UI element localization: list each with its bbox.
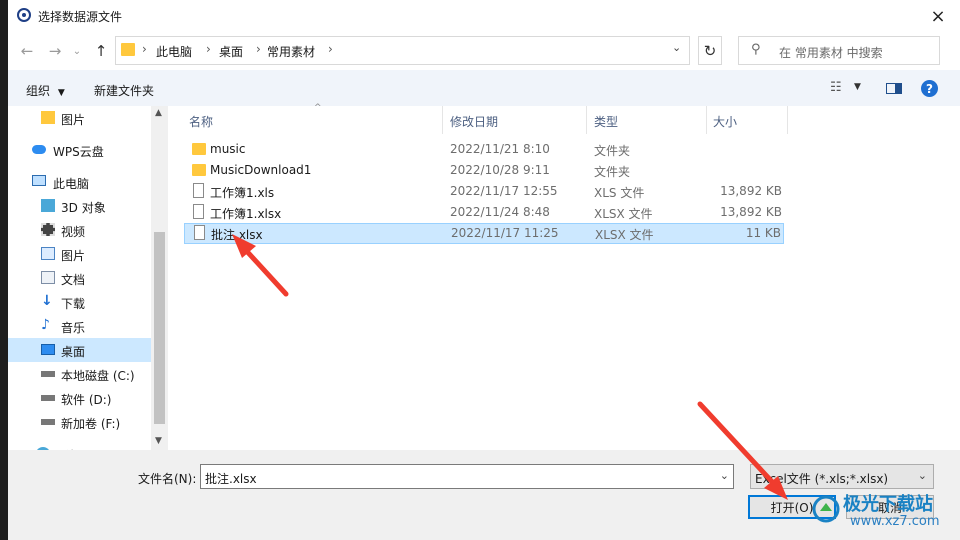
column-name[interactable]: 名称: [189, 113, 213, 130]
file-icon: [193, 204, 204, 219]
nav-item-desktop[interactable]: 桌面: [8, 338, 151, 362]
pictures-icon: [41, 247, 55, 260]
file-row[interactable]: 工作簿1.xlsx 2022/11/24 8:48 XLSX 文件 13,892…: [184, 202, 784, 223]
dialog-title: 选择数据源文件: [38, 10, 123, 24]
column-date[interactable]: 修改日期: [450, 113, 498, 130]
caret-down-icon[interactable]: ▼: [854, 82, 861, 92]
cloud-icon: [32, 145, 46, 154]
title-bar: 选择数据源文件 ×: [8, 0, 960, 32]
view-options-icon[interactable]: ☷: [830, 80, 842, 95]
refresh-button[interactable]: ↻: [698, 36, 722, 65]
nav-item-drive-d[interactable]: 软件 (D:): [8, 386, 151, 410]
new-folder-button[interactable]: 新建文件夹: [94, 82, 154, 99]
breadcrumb-desktop[interactable]: 桌面: [219, 43, 243, 60]
address-dropdown-icon[interactable]: ⌄: [672, 41, 681, 54]
chevron-down-icon: ⌄: [917, 469, 927, 482]
nav-item-3d-objects[interactable]: 3D 对象: [8, 194, 151, 218]
close-button[interactable]: ×: [916, 0, 960, 32]
preview-pane-icon[interactable]: [886, 83, 902, 94]
close-icon: ×: [930, 5, 946, 27]
column-divider[interactable]: [787, 106, 788, 134]
folder-icon: [192, 143, 206, 155]
drive-icon: [41, 419, 55, 425]
nav-item-pictures-quick[interactable]: 图片: [8, 106, 151, 130]
column-divider[interactable]: [442, 106, 443, 134]
arrow-right-icon: →: [48, 42, 62, 60]
watermark-text: 极光下载站: [843, 494, 933, 515]
nav-item-videos[interactable]: 视频: [8, 218, 151, 242]
arrow-up-icon: ↑: [94, 42, 108, 60]
drive-icon: [41, 371, 55, 377]
scroll-up-icon[interactable]: ▲: [155, 108, 162, 118]
navigation-pane: 图片 WPS云盘 此电脑 3D 对象 视频 图片 文档 ↓ 下载 ♪ 音乐 桌面…: [8, 106, 168, 450]
toolbar: 组织 ▼ 新建文件夹 ☷ ▼ ?: [8, 70, 960, 106]
filename-input[interactable]: 批注.xlsx ⌄: [200, 464, 734, 489]
file-row[interactable]: MusicDownload1 2022/10/28 9:11 文件夹: [184, 160, 784, 181]
column-type[interactable]: 类型: [594, 113, 618, 130]
nav-item-music[interactable]: ♪ 音乐: [8, 314, 151, 338]
app-icon: [17, 8, 31, 22]
folder-icon: [41, 111, 55, 124]
file-row[interactable]: 工作簿1.xls 2022/11/17 12:55 XLS 文件 13,892 …: [184, 181, 784, 202]
nav-item-downloads[interactable]: ↓ 下载: [8, 290, 151, 314]
desktop-icon: [41, 344, 55, 355]
file-type-value: Excel文件 (*.xls;*.xlsx): [755, 472, 889, 486]
music-icon: ♪: [41, 317, 50, 333]
3d-objects-icon: [41, 199, 55, 212]
file-row[interactable]: music 2022/11/21 8:10 文件夹: [184, 139, 784, 160]
back-button[interactable]: ←: [16, 40, 38, 62]
nav-item-wps-cloud[interactable]: WPS云盘: [8, 138, 151, 162]
folder-icon: [121, 43, 135, 56]
up-button[interactable]: ↑: [90, 40, 112, 62]
sort-indicator-icon: ^: [314, 103, 322, 113]
folder-icon: [192, 164, 206, 176]
caret-down-icon: ▼: [57, 88, 65, 98]
video-icon: [41, 223, 55, 236]
nav-item-network[interactable]: 网络: [8, 442, 151, 450]
file-icon: [193, 183, 204, 198]
address-bar[interactable]: › 此电脑 › 桌面 › 常用素材 › ⌄: [115, 36, 690, 65]
file-open-dialog: 选择数据源文件 × ← → ⌄ ↑ › 此电脑 › 桌面 › 常用素材 › ⌄ …: [8, 0, 960, 540]
file-row-selected[interactable]: 批注.xlsx 2022/11/17 11:25 XLSX 文件 11 KB: [184, 223, 784, 244]
nav-item-pictures[interactable]: 图片: [8, 242, 151, 266]
nav-item-drive-f[interactable]: 新加卷 (F:): [8, 410, 151, 434]
scroll-down-icon[interactable]: ▼: [155, 436, 162, 446]
chevron-right-icon: ›: [328, 42, 333, 56]
column-header: ^ 名称 修改日期 类型 大小: [184, 103, 960, 134]
documents-icon: [41, 271, 55, 284]
nav-item-this-pc[interactable]: 此电脑: [8, 170, 151, 194]
nav-item-documents[interactable]: 文档: [8, 266, 151, 290]
computer-icon: [32, 175, 46, 186]
chevron-down-icon[interactable]: ⌄: [720, 469, 729, 482]
nav-scrollbar[interactable]: ▲ ▼: [151, 106, 168, 450]
watermark-logo: [812, 495, 840, 523]
forward-button[interactable]: →: [44, 40, 66, 62]
column-size[interactable]: 大小: [713, 113, 737, 130]
file-type-filter[interactable]: Excel文件 (*.xls;*.xlsx) ⌄: [750, 464, 934, 489]
help-icon[interactable]: ?: [921, 80, 938, 97]
refresh-icon: ↻: [703, 41, 717, 60]
file-icon: [194, 225, 205, 240]
chevron-down-icon: ⌄: [72, 45, 82, 57]
arrow-left-icon: ←: [20, 42, 34, 60]
scrollbar-thumb[interactable]: [154, 232, 165, 424]
column-divider[interactable]: [706, 106, 707, 134]
filename-label: 文件名(N):: [138, 472, 197, 486]
nav-item-drive-c[interactable]: 本地磁盘 (C:): [8, 362, 151, 386]
search-icon: ⚲: [751, 42, 761, 57]
recent-locations-button[interactable]: ⌄: [66, 40, 88, 62]
breadcrumb-folder[interactable]: 常用素材: [267, 43, 315, 60]
chevron-right-icon: ›: [256, 42, 261, 56]
chevron-right-icon: ›: [206, 42, 211, 56]
watermark-url: www.xz7.com: [850, 514, 940, 529]
search-placeholder: 在 常用素材 中搜索: [779, 46, 883, 60]
chevron-right-icon: ›: [142, 42, 147, 56]
download-icon: ↓: [41, 293, 53, 309]
column-divider[interactable]: [586, 106, 587, 134]
organize-button[interactable]: 组织 ▼: [26, 82, 65, 99]
filename-value: 批注.xlsx: [205, 472, 257, 486]
drive-icon: [41, 395, 55, 401]
search-box[interactable]: ⚲ 在 常用素材 中搜索: [738, 36, 940, 65]
breadcrumb-this-pc[interactable]: 此电脑: [156, 43, 192, 60]
